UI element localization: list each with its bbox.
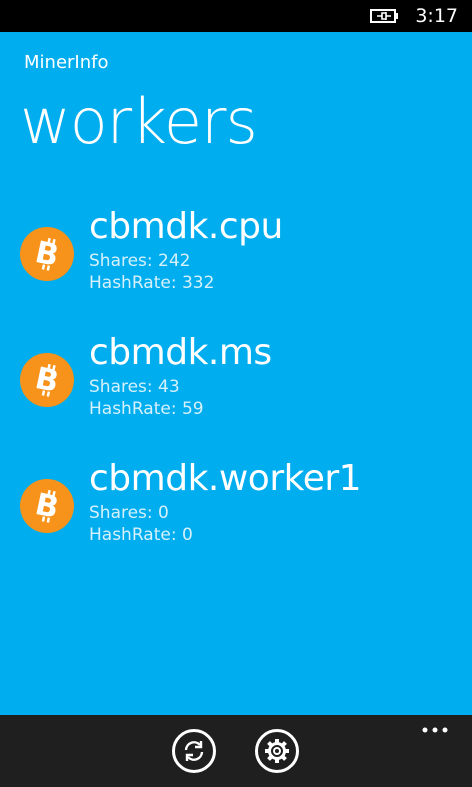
app-title: MinerInfo — [24, 52, 109, 73]
battery-charging-icon — [370, 9, 398, 23]
settings-button[interactable] — [255, 729, 299, 773]
worker-text: cbmdk.ms Shares: 43 HashRate: 59 — [89, 330, 272, 420]
refresh-button[interactable] — [172, 729, 216, 773]
bitcoin-icon: B — [20, 479, 74, 533]
worker-shares: Shares: 0 — [89, 503, 169, 523]
worker-name: cbmdk.ms — [89, 332, 272, 373]
page-title: workers — [20, 85, 258, 158]
status-time: 3:17 — [415, 5, 458, 27]
worker-shares: Shares: 43 — [89, 377, 180, 397]
settings-icon — [265, 739, 289, 763]
worker-hashrate: HashRate: 0 — [89, 525, 193, 545]
bitcoin-icon: B — [20, 353, 74, 407]
more-icon[interactable] — [420, 723, 450, 737]
worker-list-item[interactable]: B cbmdk.cpu Shares: 242 HashRate: 332 — [0, 200, 472, 326]
worker-name: cbmdk.worker1 — [89, 458, 362, 499]
worker-list-item[interactable]: B cbmdk.worker1 Shares: 0 HashRate: 0 — [0, 452, 472, 578]
bitcoin-icon: B — [20, 227, 74, 281]
app-screen: 3:17 MinerInfo workers B cbmdk.cpu Share… — [0, 0, 472, 787]
worker-name: cbmdk.cpu — [89, 206, 283, 247]
workers-list: B cbmdk.cpu Shares: 242 HashRate: 332 B — [0, 200, 472, 578]
app-bar — [0, 715, 472, 787]
worker-hashrate: HashRate: 332 — [89, 273, 215, 293]
worker-shares: Shares: 242 — [89, 251, 191, 271]
refresh-icon — [184, 741, 204, 761]
worker-list-item[interactable]: B cbmdk.ms Shares: 43 HashRate: 59 — [0, 326, 472, 452]
worker-text: cbmdk.worker1 Shares: 0 HashRate: 0 — [89, 456, 362, 546]
status-bar: 3:17 — [0, 0, 472, 32]
worker-hashrate: HashRate: 59 — [89, 399, 204, 419]
worker-text: cbmdk.cpu Shares: 242 HashRate: 332 — [89, 204, 283, 294]
